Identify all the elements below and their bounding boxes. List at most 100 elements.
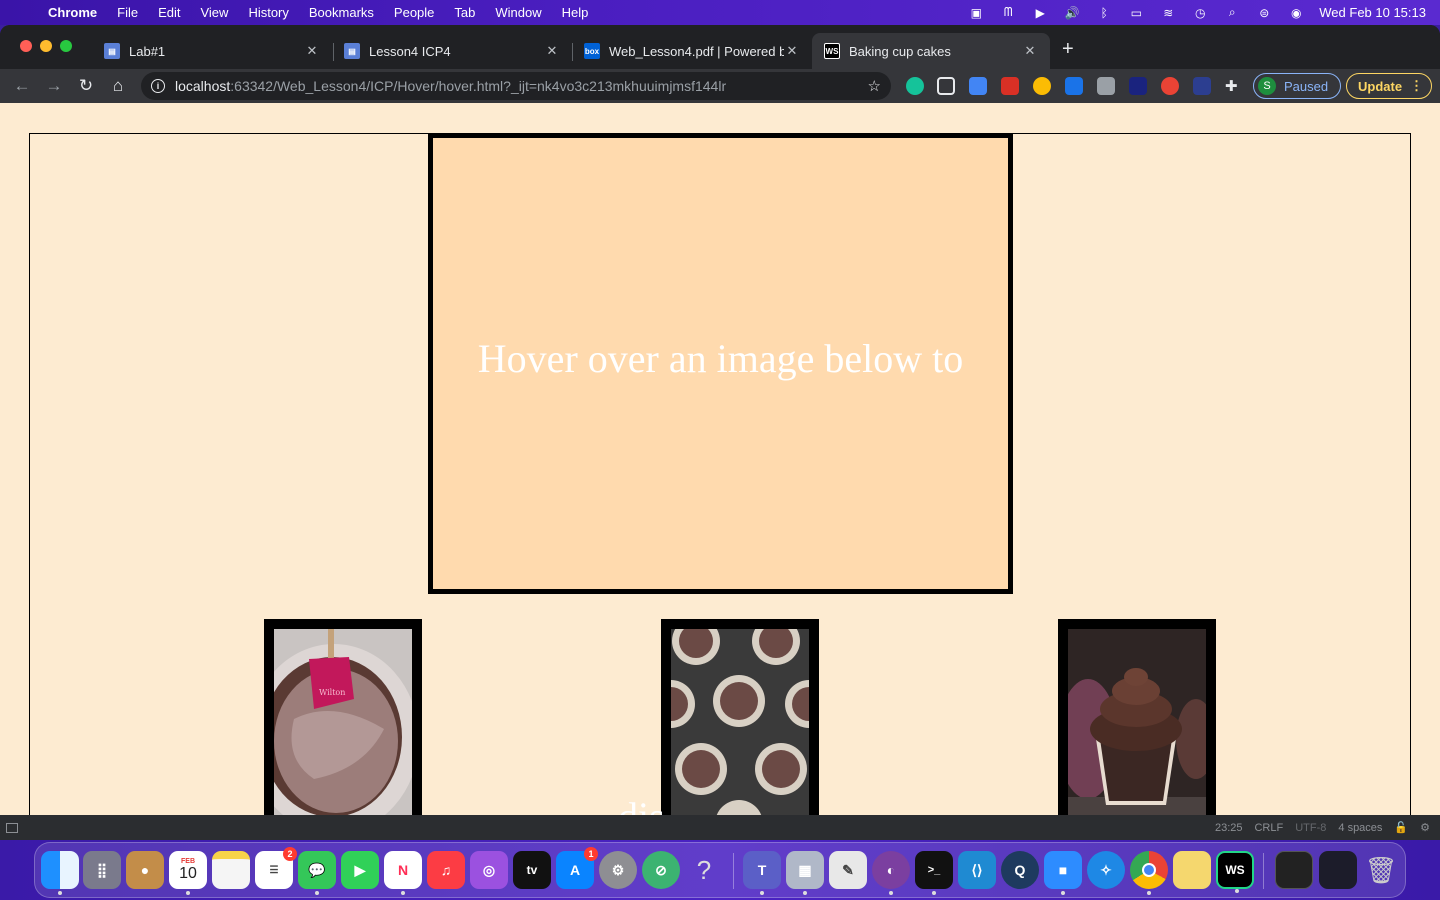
tab-lab1[interactable]: ▤ Lab#1 ✕ [92, 33, 332, 69]
menu-file[interactable]: File [107, 5, 148, 20]
malwarebytes-icon[interactable]: ᗰ [999, 5, 1017, 20]
grammarly-extension-icon[interactable] [906, 77, 924, 95]
trash-icon[interactable]: 🗑 [1362, 851, 1400, 889]
zoom-icon[interactable]: ■ [1044, 851, 1082, 895]
hover-instruction-text: Hover over an image below to [477, 336, 964, 381]
stickies-icon[interactable] [1173, 851, 1211, 889]
address-bar[interactable]: i localhost :63342/Web_Lesson4/ICP/Hover… [141, 72, 891, 100]
indent-setting[interactable]: 4 spaces [1338, 822, 1382, 834]
facetime-icon[interactable]: ▶ [341, 851, 379, 889]
preview-thumbnail-3[interactable] [1058, 619, 1216, 815]
screenshot-extension-icon[interactable] [1193, 77, 1211, 95]
chromecast-extension-icon[interactable] [1033, 77, 1051, 95]
cursor-position[interactable]: 23:25 [1215, 822, 1243, 834]
webstorm-dock-icon[interactable]: WS [1216, 851, 1254, 893]
minimize-window-button[interactable] [40, 40, 52, 52]
quicktime-icon[interactable]: Q [1001, 851, 1039, 889]
reload-button[interactable]: ↻ [70, 76, 102, 96]
no-entry-app-icon[interactable]: ⊘ [642, 851, 680, 889]
terminal-icon[interactable]: >_ [915, 851, 953, 895]
chrome-icon[interactable] [1130, 851, 1168, 895]
close-tab-icon[interactable]: ✕ [784, 43, 800, 59]
tab-web-lesson4-pdf[interactable]: box Web_Lesson4.pdf | Powered by Box ✕ [572, 33, 812, 69]
menu-bookmarks[interactable]: Bookmarks [299, 5, 384, 20]
menu-history[interactable]: History [238, 5, 298, 20]
site-info-icon[interactable]: i [151, 79, 165, 93]
spotlight-search-icon[interactable]: ⌕ [1223, 5, 1241, 20]
siri-icon[interactable]: ◉ [1287, 6, 1305, 20]
dock-separator [1263, 853, 1264, 889]
play-icon[interactable]: ▶ [1031, 6, 1049, 20]
github-desktop-icon[interactable]: ◐ [872, 851, 910, 895]
ws-label: WS [1225, 863, 1245, 877]
google-translate-extension-icon[interactable] [969, 77, 987, 95]
reminders-icon[interactable]: ☰ 2 [255, 847, 297, 889]
new-tab-button[interactable]: + [1062, 39, 1074, 59]
menu-help[interactable]: Help [552, 5, 599, 20]
forward-button[interactable]: → [38, 76, 70, 96]
menu-window[interactable]: Window [485, 5, 551, 20]
podcasts-icon[interactable]: ◎ [470, 851, 508, 889]
downloads-stack-icon[interactable] [1319, 851, 1357, 889]
tool-window-icon[interactable] [6, 822, 18, 833]
calendar-icon[interactable]: FEB 10 [169, 851, 207, 895]
close-window-button[interactable] [20, 40, 32, 52]
tab-title: Lab#1 [129, 43, 166, 59]
inspector-icon[interactable]: ⚙ [1420, 821, 1430, 834]
textedit-icon[interactable]: ✎ [829, 851, 867, 889]
time-machine-icon[interactable]: ◷ [1191, 6, 1209, 20]
h-extension-icon[interactable] [1097, 77, 1115, 95]
tab-lesson4-icp4[interactable]: ▤ Lesson4 ICP4 ✕ [332, 33, 572, 69]
system-preferences-icon[interactable]: ⚙ [599, 851, 637, 889]
battery-icon[interactable]: ▭ [1127, 6, 1145, 20]
finder-icon[interactable] [41, 851, 79, 895]
bluetooth-icon[interactable]: ᛒ [1095, 6, 1113, 20]
menu-tab[interactable]: Tab [444, 5, 485, 20]
launchpad-icon[interactable]: ⣿ [83, 851, 121, 889]
lock-icon[interactable]: 🔓 [1394, 821, 1408, 834]
pdf-extension-icon[interactable] [1001, 77, 1019, 95]
contacts-icon[interactable]: ● [126, 851, 164, 889]
news-icon[interactable]: N [384, 851, 422, 895]
menu-app-name[interactable]: Chrome [44, 5, 107, 20]
file-encoding[interactable]: UTF-8 [1295, 822, 1326, 834]
bookmark-star-icon[interactable]: ☆ [868, 77, 881, 95]
extensions-puzzle-icon[interactable]: ✚ [1225, 77, 1243, 95]
layers-extension-icon[interactable] [1065, 77, 1083, 95]
close-tab-icon[interactable]: ✕ [544, 43, 560, 59]
notes-icon[interactable] [212, 851, 250, 889]
notes-extension-icon[interactable] [1129, 77, 1147, 95]
safari-icon[interactable]: ✧ [1087, 851, 1125, 889]
minimized-window-thumbnail[interactable] [1275, 851, 1313, 889]
line-ending[interactable]: CRLF [1254, 822, 1283, 834]
control-center-icon[interactable]: ⊜ [1255, 6, 1273, 20]
wifi-icon[interactable]: ≋ [1159, 6, 1177, 20]
menu-view[interactable]: View [190, 5, 238, 20]
profile-button[interactable]: S Paused [1253, 73, 1341, 99]
fullscreen-window-button[interactable] [60, 40, 72, 52]
preview-icon[interactable]: ▦ [786, 851, 824, 895]
music-icon[interactable]: ♫ [427, 851, 465, 889]
update-button[interactable]: Update ⋮ [1346, 73, 1432, 99]
preview-thumbnail-1[interactable]: Wilton [264, 619, 422, 815]
help-question-icon[interactable]: ? [685, 851, 723, 889]
menu-people[interactable]: People [384, 5, 444, 20]
adblock-extension-icon[interactable] [1161, 77, 1179, 95]
close-tab-icon[interactable]: ✕ [304, 43, 320, 59]
apple-tv-icon[interactable]: tv [513, 851, 551, 889]
back-button[interactable]: ← [6, 76, 38, 96]
tab-baking-cup-cakes[interactable]: WS Baking cup cakes ✕ [812, 33, 1050, 69]
tab-extension-icon[interactable] [937, 77, 955, 95]
home-button[interactable]: ⌂ [102, 76, 134, 96]
close-tab-icon[interactable]: ✕ [1022, 43, 1038, 59]
zoom-status-icon[interactable]: ▣ [967, 6, 985, 20]
volume-icon[interactable]: 🔊 [1063, 6, 1081, 20]
vscode-icon[interactable]: ⟨⟩ [958, 851, 996, 889]
menu-clock[interactable]: Wed Feb 10 15:13 [1319, 5, 1426, 20]
menu-edit[interactable]: Edit [148, 5, 190, 20]
kebab-menu-icon[interactable]: ⋮ [1410, 78, 1423, 94]
app-store-icon[interactable]: A 1 [556, 847, 598, 889]
teams-icon[interactable]: T [743, 851, 781, 895]
preview-thumbnail-2[interactable] [661, 619, 819, 815]
messages-icon[interactable]: 💬 [298, 851, 336, 895]
